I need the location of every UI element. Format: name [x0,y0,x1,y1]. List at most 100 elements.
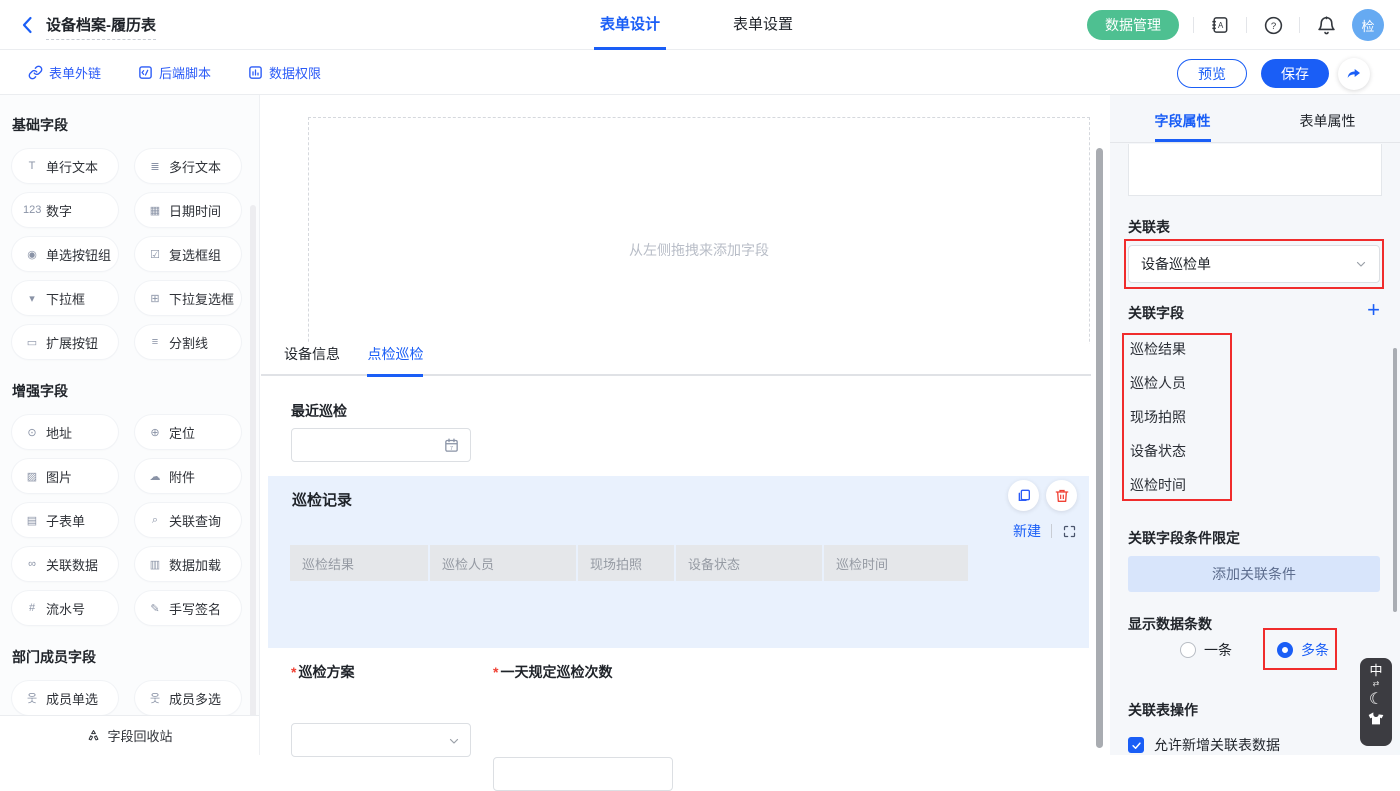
related-field-item[interactable]: 巡检人员 [1130,375,1186,391]
tab-field-properties[interactable]: 字段属性 [1110,95,1255,142]
divider [1051,524,1052,538]
field-pill[interactable]: 웃 成员多选 [135,681,241,715]
form-title[interactable]: 设备档案-履历表 [46,14,156,40]
field-pill-label: 流水号 [46,599,85,618]
record-column-header: 巡检结果 [290,545,428,581]
radio-option-multi[interactable]: 多条 [1277,640,1329,660]
field-pill-label: 数据加载 [169,555,221,574]
add-condition-button[interactable]: 添加关联条件 [1128,556,1380,592]
field-recycle-bin[interactable]: 字段回收站 [0,715,259,755]
multi-dropdown-icon: ⊞ [146,292,164,305]
field-pill-label: 关联数据 [46,555,98,574]
address-book-icon: A [1210,15,1230,35]
save-button[interactable]: 保存 [1261,59,1329,88]
field-pill[interactable]: ≣ 多行文本 [135,149,241,183]
member-multi-icon: 웃 [146,690,164,706]
drop-zone[interactable]: 从左侧拖拽来添加字段 [308,117,1090,367]
recent-inspection-date-input[interactable]: 7 [291,428,471,462]
inspection-record-block[interactable]: 巡检记录 新建 巡检结果 巡检人员 现场拍照 设备状态 巡检时间 [268,476,1089,648]
related-field-item[interactable]: 巡检时间 [1130,477,1186,493]
calendar-icon: 7 [443,437,460,454]
field-pill[interactable]: ✎ 手写签名 [135,591,241,625]
field-pill[interactable]: ◉ 单选按钮组 [12,237,118,271]
inspection-record-title: 巡检记录 [292,489,352,510]
data-manage-button[interactable]: 数据管理 [1087,10,1179,40]
notification-button[interactable] [1314,13,1338,37]
field-pill[interactable]: ≡ 分割线 [135,325,241,359]
image-icon: ▨ [23,470,41,483]
field-pill[interactable]: ☁ 附件 [135,459,241,493]
field-pill[interactable]: 123 数字 [12,193,118,227]
record-column-header: 现场拍照 [578,545,674,581]
datetime-icon: ▦ [146,204,164,217]
scrolled-textarea[interactable] [1128,144,1382,196]
field-pill[interactable]: ⊙ 地址 [12,415,118,449]
tab-device-info[interactable]: 设备信息 [284,344,340,374]
plan-select[interactable] [291,723,471,757]
field-pill[interactable]: ▭ 扩展按钮 [12,325,118,359]
count-input[interactable] [493,757,673,791]
field-pill[interactable]: ▨ 图片 [12,459,118,493]
dropdown-icon: ▾ [23,292,41,305]
divider [1299,17,1300,33]
field-pill[interactable]: ∞ 关联数据 [12,547,118,581]
field-pill[interactable]: 웃 成员单选 [12,681,118,715]
data-permission-button[interactable]: 数据权限 [248,63,321,82]
related-table-select[interactable]: 设备巡检单 [1128,245,1380,283]
field-pill[interactable]: ☑ 复选框组 [135,237,241,271]
radio-option-single[interactable]: 一条 [1180,640,1232,660]
radio-group-icon: ◉ [23,248,41,261]
related-fields-list: 巡检结果 巡检人员 现场拍照 设备状态 巡检时间 [1130,341,1186,493]
field-pill-label: 关联查询 [169,511,221,530]
tab-inspection[interactable]: 点检巡检 [367,344,423,377]
preview-button[interactable]: 预览 [1177,59,1247,88]
field-pill[interactable]: # 流水号 [12,591,118,625]
expand-icon[interactable] [1062,524,1077,539]
field-pill-label: 复选框组 [169,245,221,264]
language-toggle-button[interactable]: 中 [1369,664,1382,678]
theme-skin-button[interactable] [1368,712,1384,726]
related-data-icon: ∞ [23,558,41,570]
share-button[interactable] [1338,58,1370,90]
field-pill[interactable]: ⌕ 关联查询 [135,503,241,537]
extend-button-icon: ▭ [23,336,41,349]
back-button[interactable] [16,13,40,37]
location-icon: ⊕ [146,426,164,439]
delete-field-button[interactable] [1046,480,1077,511]
address-book-button[interactable]: A [1208,13,1232,37]
canvas-scrollbar[interactable] [1096,148,1103,748]
record-column-header: 巡检人员 [430,545,576,581]
field-pill-label: 数字 [46,201,72,220]
external-link-button[interactable]: 表单外链 [28,63,101,82]
subform-icon: ▤ [23,514,41,527]
user-avatar[interactable]: 检 [1352,9,1384,41]
display-count-label: 显示数据条数 [1128,614,1212,634]
field-pill[interactable]: T 单行文本 [12,149,118,183]
panel-scrollbar[interactable] [1393,348,1397,612]
field-pill[interactable]: ▦ 日期时间 [135,193,241,227]
field-pill[interactable]: ⊞ 下拉复选框 [135,281,241,315]
new-record-button[interactable]: 新建 [1013,521,1041,541]
field-pill[interactable]: ⊕ 定位 [135,415,241,449]
table-ops-label: 关联表操作 [1128,700,1198,720]
tab-form-design[interactable]: 表单设计 [600,0,660,50]
data-load-icon: ▥ [146,558,164,571]
sidebar-scrollbar[interactable] [250,205,256,753]
help-button[interactable]: ? [1261,13,1285,37]
record-table-header: 巡检结果 巡检人员 现场拍照 设备状态 巡检时间 [290,545,968,581]
recent-inspection-label: 最近巡检 [291,401,347,421]
field-pill[interactable]: ▾ 下拉框 [12,281,118,315]
backend-script-button[interactable]: 后端脚本 [138,63,211,82]
related-field-item[interactable]: 设备状态 [1130,443,1186,459]
add-related-field-button[interactable]: + [1367,299,1380,321]
dark-mode-button[interactable]: ☾ [1369,690,1383,710]
related-field-item[interactable]: 巡检结果 [1130,341,1186,357]
tab-form-properties[interactable]: 表单属性 [1255,95,1400,142]
tab-form-settings[interactable]: 表单设置 [733,0,793,50]
field-pill[interactable]: ▤ 子表单 [12,503,118,537]
related-field-item[interactable]: 现场拍照 [1130,409,1186,425]
copy-field-button[interactable] [1008,480,1039,511]
form-toolbar: 表单外链 后端脚本 数据权限 预览 保存 [0,51,1400,95]
allow-add-checkbox-row[interactable]: 允许新增关联表数据 [1128,735,1280,755]
field-pill[interactable]: ▥ 数据加载 [135,547,241,581]
